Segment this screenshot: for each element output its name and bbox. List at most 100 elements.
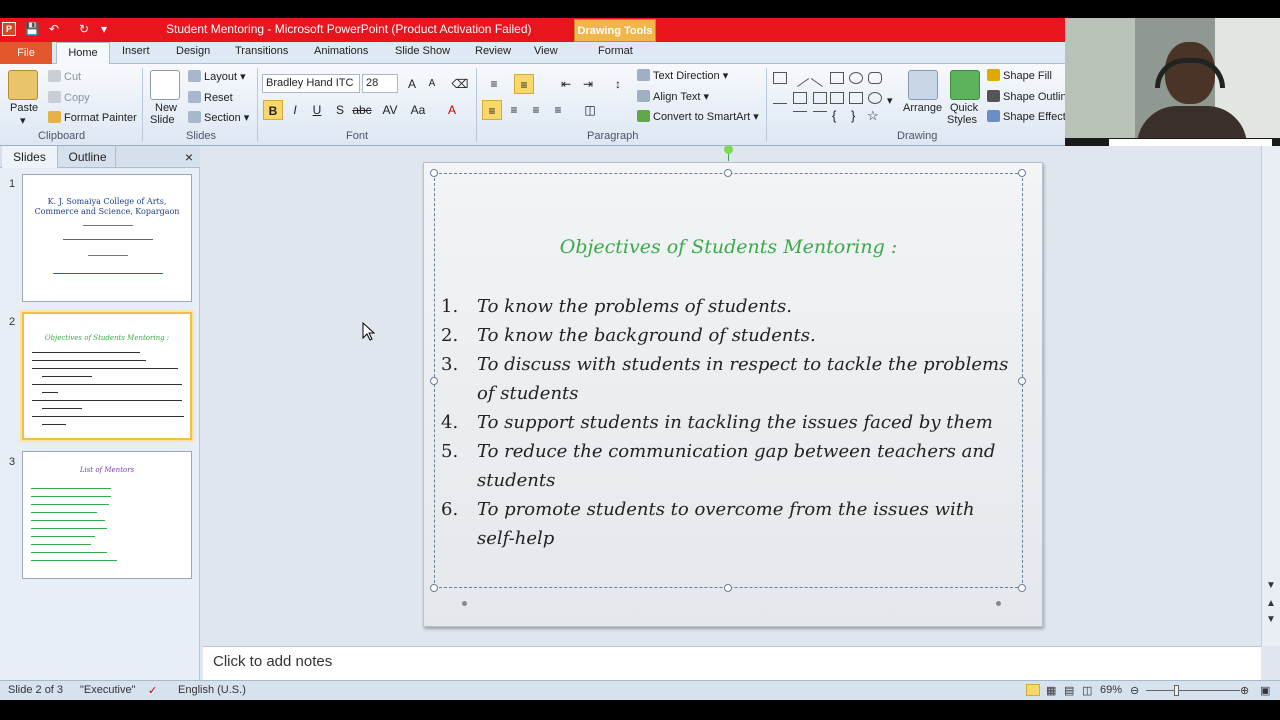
bold-button[interactable]: B <box>263 100 283 120</box>
oval-shape-icon[interactable] <box>849 72 863 84</box>
notes-pane[interactable]: Click to add notes <box>203 646 1261 680</box>
rounded-rect-shape-icon[interactable] <box>868 72 882 84</box>
paste-button[interactable]: Paste <box>10 102 38 114</box>
section-button[interactable]: Section ▾ <box>188 111 249 124</box>
tab-home[interactable]: Home <box>56 42 110 65</box>
resize-handle[interactable] <box>724 169 732 177</box>
justify-button[interactable]: ≡ <box>548 100 568 120</box>
rotation-handle[interactable] <box>724 145 733 154</box>
elbow-arrow-icon[interactable] <box>813 92 827 104</box>
font-name-box[interactable]: Bradley Hand ITC <box>262 74 360 93</box>
line-shape-icon[interactable] <box>790 69 810 87</box>
selected-text-box[interactable]: Objectives of Students Mentoring : 1. To … <box>430 169 1026 592</box>
decrease-indent-icon[interactable]: ⇤ <box>556 74 576 94</box>
font-color-icon[interactable]: A <box>442 100 462 120</box>
slide-editing-area[interactable]: Objectives of Students Mentoring : 1. To … <box>201 145 1261 646</box>
arrow-shape-icon[interactable] <box>810 69 830 87</box>
shadow-button[interactable]: S <box>330 100 350 120</box>
format-painter-button[interactable]: Format Painter <box>48 111 137 124</box>
new-slide-label[interactable]: New <box>155 102 177 114</box>
triangle-shape-icon[interactable] <box>773 92 787 104</box>
undo-icon[interactable]: ↶ <box>46 21 62 38</box>
align-right-button[interactable]: ≡ <box>526 100 546 120</box>
current-slide[interactable]: Objectives of Students Mentoring : 1. To … <box>423 145 1043 627</box>
freeform-shape-icon[interactable] <box>773 111 787 123</box>
next-slide-icon[interactable]: ▼ <box>1266 614 1276 625</box>
arrange-button[interactable]: Arrange <box>903 102 942 114</box>
reading-view-icon[interactable]: ▤ <box>1064 684 1074 697</box>
tab-slide-show[interactable]: Slide Show <box>395 45 450 57</box>
character-spacing-icon[interactable]: AV <box>380 100 400 120</box>
tab-design[interactable]: Design <box>176 45 210 57</box>
shrink-font-icon[interactable]: A <box>422 74 442 94</box>
quick-styles-icon[interactable] <box>950 70 980 100</box>
tab-slides[interactable]: Slides <box>2 146 58 168</box>
copy-button[interactable]: Copy <box>48 91 90 104</box>
resize-handle[interactable] <box>724 584 732 592</box>
zoom-in-icon[interactable]: ⊕ <box>1240 684 1249 697</box>
strikethrough-button[interactable]: abc <box>352 100 372 120</box>
close-panel-icon[interactable]: × <box>180 146 198 168</box>
star-shape-icon[interactable]: ☆ <box>867 108 879 124</box>
increase-indent-icon[interactable]: ⇥ <box>578 74 598 94</box>
shape-outline-button[interactable]: Shape Outline <box>987 90 1065 103</box>
quick-styles-button[interactable]: Quick <box>950 102 978 114</box>
arc-shape-icon[interactable] <box>868 92 882 104</box>
elbow-connector-icon[interactable] <box>793 92 807 104</box>
shape-effects-button[interactable]: Shape Effects <box>987 110 1065 123</box>
resize-handle[interactable] <box>1018 584 1026 592</box>
grow-font-icon[interactable]: A <box>402 74 422 94</box>
arrange-icon[interactable] <box>908 70 938 100</box>
tab-outline[interactable]: Outline <box>60 146 116 168</box>
font-size-box[interactable]: 28 <box>362 74 398 93</box>
columns-icon[interactable]: ◫ <box>580 100 600 120</box>
fit-to-window-icon[interactable]: ▣ <box>1260 684 1270 697</box>
slide-thumbnail-2[interactable]: Objectives of Students Mentoring : <box>22 312 192 440</box>
resize-handle[interactable] <box>1018 169 1026 177</box>
paste-dropdown-icon[interactable]: ▾ <box>20 114 26 127</box>
down-arrow-shape-icon[interactable] <box>849 92 863 104</box>
paste-icon[interactable] <box>8 70 38 100</box>
resize-handle[interactable] <box>430 584 438 592</box>
shape-fill-button[interactable]: Shape Fill <box>987 69 1052 82</box>
tab-insert[interactable]: Insert <box>122 45 150 57</box>
right-arrow-shape-icon[interactable] <box>830 92 844 104</box>
brace-right-icon[interactable]: } <box>851 108 855 123</box>
tab-review[interactable]: Review <box>475 45 511 57</box>
wave-shape-icon[interactable] <box>813 111 827 123</box>
align-text-button[interactable]: Align Text ▾ <box>637 90 709 103</box>
tab-animations[interactable]: Animations <box>314 45 368 57</box>
text-direction-button[interactable]: Text Direction ▾ <box>637 69 728 82</box>
new-slide-icon[interactable] <box>150 70 180 100</box>
line-spacing-icon[interactable]: ↕ <box>608 74 628 94</box>
resize-handle[interactable] <box>430 377 438 385</box>
spell-check-icon[interactable]: ✓ <box>148 684 157 697</box>
slide-thumbnail-3[interactable]: List of Mentors <box>22 451 192 579</box>
customize-qat-icon[interactable]: ▾ <box>96 21 112 38</box>
tab-view[interactable]: View <box>534 45 558 57</box>
numbering-icon[interactable]: ≡ <box>514 74 534 94</box>
textbox-shape-icon[interactable] <box>773 72 787 84</box>
zoom-level[interactable]: 69% <box>1100 684 1122 696</box>
curve-shape-icon[interactable] <box>793 111 807 123</box>
zoom-slider[interactable] <box>1146 690 1240 691</box>
slide-show-view-icon[interactable]: ◫ <box>1082 684 1092 697</box>
cut-button[interactable]: Cut <box>48 70 81 83</box>
powerpoint-icon[interactable]: P <box>2 22 16 36</box>
slide-thumbnail-1[interactable]: K. J. Somaiya College of Arts, Commerce … <box>22 174 192 302</box>
align-center-button[interactable]: ≡ <box>504 100 524 120</box>
tab-file[interactable]: File <box>0 42 52 64</box>
vertical-scrollbar[interactable]: ▼ ▲ ▼ <box>1261 146 1280 646</box>
previous-slide-icon[interactable]: ▲ <box>1266 598 1276 609</box>
bullets-icon[interactable]: ≡ <box>484 74 504 94</box>
align-left-button[interactable]: ≡ <box>482 100 502 120</box>
clear-formatting-icon[interactable]: ⌫ <box>450 74 470 94</box>
save-icon[interactable]: 💾 <box>24 21 40 38</box>
convert-smartart-button[interactable]: Convert to SmartArt ▾ <box>637 110 759 123</box>
redo-icon[interactable]: ↻ <box>76 21 92 38</box>
zoom-slider-thumb[interactable] <box>1174 685 1179 696</box>
rectangle-shape-icon[interactable] <box>830 72 844 84</box>
shapes-more-icon[interactable]: ▾ <box>887 94 893 107</box>
tab-transitions[interactable]: Transitions <box>235 45 288 57</box>
normal-view-icon[interactable] <box>1026 684 1040 696</box>
